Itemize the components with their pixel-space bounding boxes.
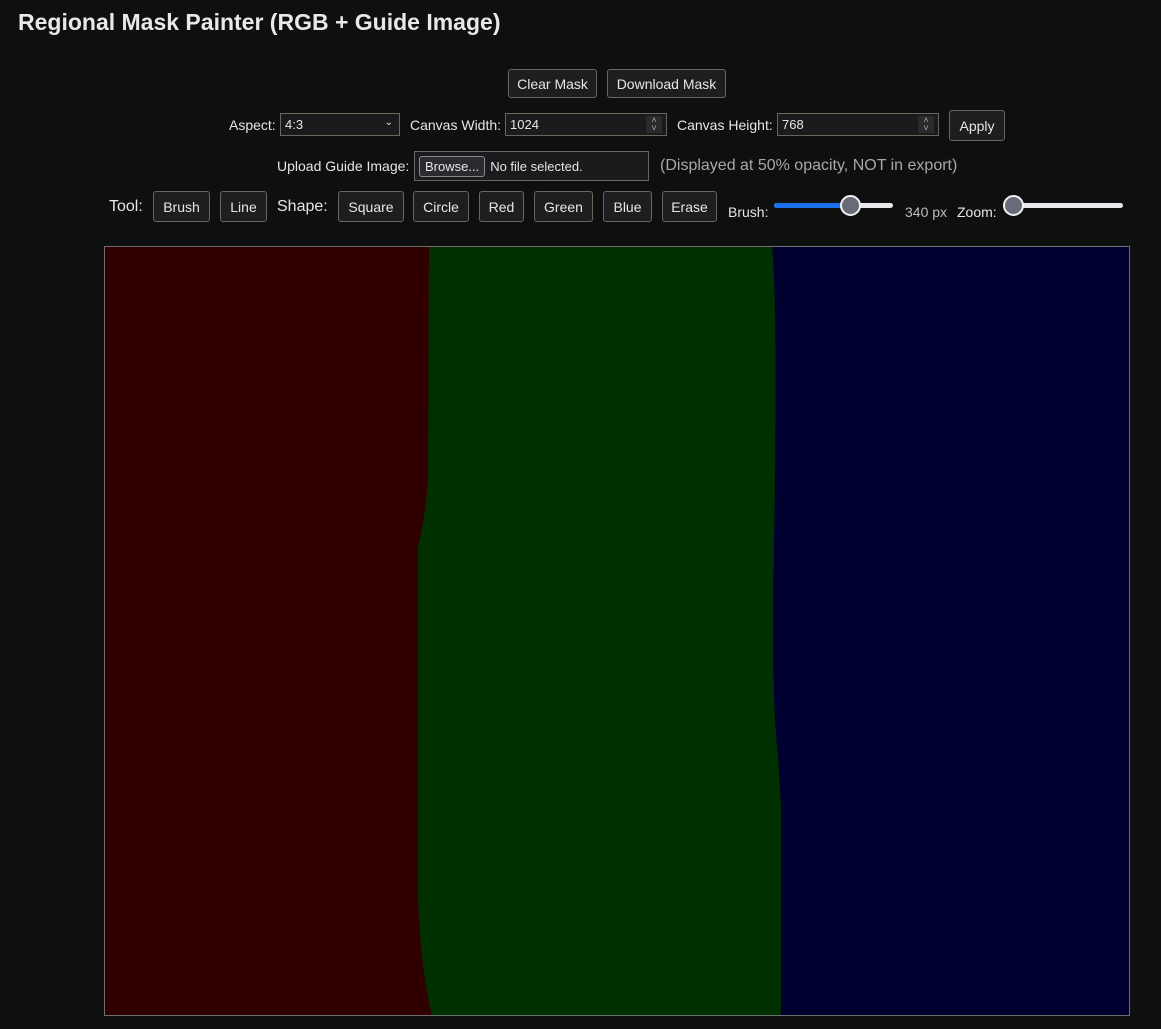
clear-mask-button[interactable]: Clear Mask: [508, 69, 597, 98]
browse-button[interactable]: Browse...: [419, 155, 486, 177]
canvas-width-label: Canvas Width:: [410, 117, 502, 133]
brush-tool-button[interactable]: Brush: [153, 191, 210, 222]
canvas-height-label: Canvas Height:: [677, 117, 773, 133]
blue-color-button[interactable]: Blue: [603, 191, 652, 222]
slider-thumb[interactable]: [840, 195, 862, 216]
apply-button[interactable]: Apply: [949, 110, 1005, 141]
canvas-height-input[interactable]: 768 ˄ ˅: [777, 113, 939, 136]
square-shape-button[interactable]: Square: [338, 191, 404, 222]
zoom-label: Zoom:: [957, 204, 997, 220]
opacity-note: (Displayed at 50% opacity, NOT in export…: [660, 157, 958, 174]
erase-button[interactable]: Erase: [662, 191, 717, 222]
chevron-down-icon: ⌄: [384, 117, 393, 128]
canvas-width-input[interactable]: 1024 ˄ ˅: [505, 113, 667, 136]
tool-label: Tool:: [109, 198, 143, 215]
file-status: No file selected.: [490, 158, 583, 174]
page-title: Regional Mask Painter (RGB + Guide Image…: [18, 9, 501, 35]
brush-size-slider[interactable]: [774, 195, 893, 216]
mask-canvas[interactable]: [104, 246, 1130, 1016]
download-mask-button[interactable]: Download Mask: [607, 69, 726, 98]
brush-size-value: 340 px: [905, 204, 948, 220]
line-tool-button[interactable]: Line: [220, 191, 267, 222]
slider-thumb[interactable]: [1002, 195, 1024, 216]
spinner-icon[interactable]: ˄ ˅: [918, 116, 934, 133]
upload-label: Upload Guide Image:: [277, 158, 410, 174]
red-color-button[interactable]: Red: [479, 191, 524, 222]
zoom-slider[interactable]: [1002, 195, 1123, 216]
spinner-icon[interactable]: ˄ ˅: [646, 116, 662, 133]
circle-shape-button[interactable]: Circle: [413, 191, 469, 222]
brush-size-label: Brush:: [728, 204, 769, 220]
green-color-button[interactable]: Green: [534, 191, 593, 222]
shape-label: Shape:: [277, 198, 328, 215]
canvas-height-value: 768: [782, 117, 804, 132]
aspect-value: 4:3: [285, 117, 304, 132]
aspect-label: Aspect:: [229, 117, 276, 133]
red-region: [104, 246, 432, 1016]
guide-image-file-input[interactable]: Browse... No file selected.: [414, 151, 649, 181]
slider-fill: [774, 203, 851, 208]
canvas-width-value: 1024: [510, 117, 539, 132]
aspect-select[interactable]: 4:3 ⌄: [280, 113, 400, 136]
